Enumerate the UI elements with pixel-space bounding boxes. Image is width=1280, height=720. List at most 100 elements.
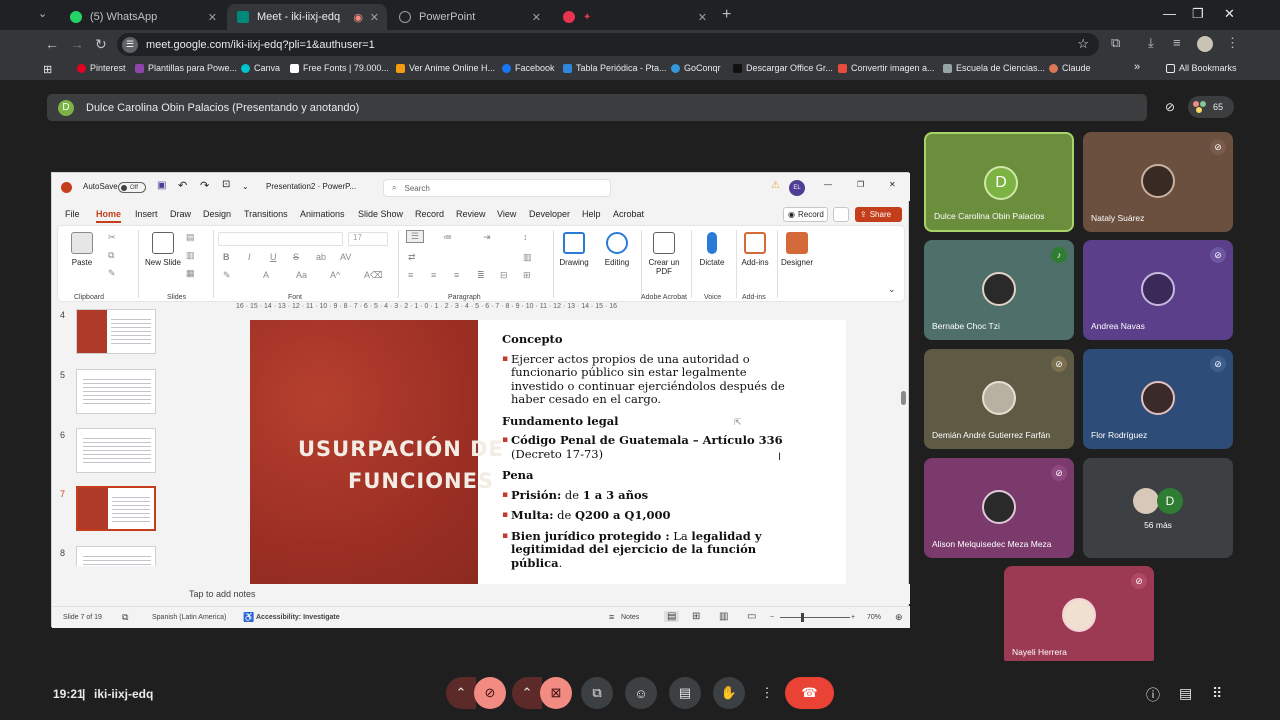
maximize-button[interactable]: ❐ — [1192, 6, 1204, 22]
close-icon[interactable]: ✕ — [532, 11, 541, 24]
zoom-slider[interactable] — [780, 617, 850, 618]
minimize-button[interactable]: — — [1163, 6, 1176, 21]
menu-home[interactable]: Home — [96, 209, 122, 223]
participant-tile[interactable]: ⊘ Alison Melquisedec Meza Meza — [924, 458, 1074, 558]
justify-icon[interactable]: ≣ — [477, 270, 485, 281]
bookmark-star-icon[interactable]: ☆ — [1077, 36, 1089, 52]
numbering-icon[interactable]: ≔ — [443, 232, 452, 243]
italic-icon[interactable]: I — [248, 252, 251, 262]
customize-icon[interactable]: ⌄ — [242, 182, 249, 191]
user-avatar[interactable]: EL — [789, 180, 805, 196]
chat-icon[interactable]: ▤ — [1179, 685, 1192, 702]
menu-slide-show[interactable]: Slide Show — [358, 209, 403, 219]
change-case-icon[interactable]: Aa — [296, 270, 307, 280]
minimize-icon[interactable]: — — [824, 180, 832, 189]
addins-button[interactable]: Add-ins — [735, 232, 775, 267]
thumbnail-slide-8[interactable] — [76, 546, 156, 566]
bookmark-escuela[interactable]: Escuela de Ciencias... — [943, 63, 1045, 73]
bold-icon[interactable]: B — [223, 252, 230, 262]
highlight-icon[interactable]: ✎ — [223, 270, 231, 281]
record-button[interactable]: ◉ Record — [783, 207, 828, 222]
extensions-icon[interactable]: ⧉ — [1111, 35, 1120, 51]
close-icon[interactable]: ✕ — [889, 180, 896, 189]
bookmark-tabla-periodica[interactable]: Tabla Periódica - Pta... — [563, 63, 667, 73]
bookmark-office[interactable]: Descargar Office Gr... — [733, 63, 833, 73]
menu-file[interactable]: File — [65, 209, 80, 219]
menu-animations[interactable]: Animations — [300, 209, 345, 219]
designer-button[interactable]: Designer — [777, 232, 817, 267]
thumbnail-slide-6[interactable] — [76, 428, 156, 473]
spacing-icon[interactable]: AV — [340, 252, 351, 262]
font-color-icon[interactable]: A — [263, 270, 269, 280]
camera-off-button[interactable]: ⊠ — [540, 677, 572, 709]
close-window-button[interactable]: ✕ — [1224, 6, 1235, 22]
grow-font-icon[interactable]: A^ — [330, 270, 340, 280]
spelling-icon[interactable]: ⧉ — [122, 612, 128, 623]
microphone-off-button[interactable]: ⊘ — [474, 677, 506, 709]
zoom-in-icon[interactable]: + — [851, 614, 855, 621]
align-center-icon[interactable]: ≡ — [431, 270, 436, 280]
all-bookmarks[interactable]: All Bookmarks — [1166, 63, 1237, 73]
zoom-slider-knob[interactable] — [801, 613, 804, 622]
participants-count[interactable]: 65 — [1188, 96, 1234, 118]
restore-icon[interactable]: ❐ — [857, 180, 864, 189]
profile-avatar[interactable] — [1197, 36, 1213, 52]
bullets-icon[interactable]: ☰ — [406, 230, 425, 243]
close-icon[interactable]: ✕ — [370, 11, 379, 24]
menu-icon[interactable]: ⋮ — [1226, 35, 1239, 51]
more-bookmarks-icon[interactable]: » — [1134, 61, 1140, 73]
reactions-button[interactable]: ☺ — [625, 677, 657, 709]
crear-pdf-button[interactable]: Crear un PDF — [644, 232, 684, 276]
paste-button[interactable]: Paste — [62, 232, 102, 267]
cut-icon[interactable]: ✂ — [108, 232, 116, 243]
thumbnail-slide-7[interactable] — [76, 486, 156, 531]
format-painter-icon[interactable]: ✎ — [108, 268, 116, 279]
bookmark-plantillas[interactable]: Plantillas para Powe... — [135, 63, 237, 73]
participant-tile[interactable]: ⊘ Andrea Navas — [1083, 240, 1233, 340]
bookmark-anime[interactable]: Ver Anime Online H... — [396, 63, 495, 73]
tab-meet[interactable]: Meet - iki-iixj-edq ◉ ✕ — [227, 4, 387, 30]
menu-review[interactable]: Review — [456, 209, 486, 219]
tab-media[interactable]: ✦ ✕ — [553, 4, 715, 30]
more-participants-tile[interactable]: D 56 más — [1083, 458, 1233, 558]
leave-call-button[interactable]: ☎ — [785, 677, 834, 709]
autosave-toggle[interactable]: Off — [118, 182, 146, 193]
menu-acrobat[interactable]: Acrobat — [613, 209, 644, 219]
reading-view-icon[interactable]: ▥ — [719, 611, 728, 622]
bookmark-claude[interactable]: Claude — [1049, 63, 1091, 73]
share-button[interactable]: ⇪ Share — [855, 207, 902, 222]
notes-button[interactable]: Notes — [621, 614, 639, 621]
captions-button[interactable]: ▤ — [669, 677, 701, 709]
font-family-box[interactable] — [218, 232, 343, 246]
layout-icon[interactable]: ▤ — [186, 232, 195, 243]
current-slide[interactable]: USURPACIÓN DE FUNCIONES Concepto Ejercer… — [250, 320, 846, 584]
menu-transitions[interactable]: Transitions — [244, 209, 288, 219]
section-icon[interactable]: ▦ — [186, 268, 195, 279]
bookmark-free-fonts[interactable]: Free Fonts | 79.000... — [290, 63, 389, 73]
info-icon[interactable]: ⓘ — [1146, 685, 1160, 705]
tab-search-icon[interactable]: ⌄ — [38, 7, 47, 20]
menu-record[interactable]: Record — [415, 209, 444, 219]
columns-icon[interactable]: ▥ — [523, 252, 532, 263]
media-controls-icon[interactable]: ≡ — [1173, 35, 1181, 50]
activities-icon[interactable]: ⠿ — [1212, 685, 1222, 702]
language-status[interactable]: Spanish (Latin America) — [152, 614, 226, 621]
close-icon[interactable]: ✕ — [208, 11, 217, 24]
participant-tile[interactable]: ⊘ Nayeli Herrera — [1004, 566, 1154, 666]
text-direction-icon[interactable]: ⇄ — [408, 252, 416, 263]
download-icon[interactable]: ⤓ — [1148, 35, 1154, 51]
notes-pane[interactable]: Tap to add notes — [52, 584, 910, 604]
more-options-button[interactable]: ⋮ — [757, 677, 777, 709]
slide-scrollbar[interactable] — [900, 306, 908, 566]
normal-view-icon[interactable]: ▤ — [664, 611, 680, 622]
subscript-icon[interactable]: ab — [316, 252, 326, 262]
scrollbar-thumb[interactable] — [901, 391, 906, 405]
hide-presentation-icon[interactable]: ⊘ — [1160, 97, 1180, 117]
present-button[interactable]: ⧉ — [581, 677, 613, 709]
zoom-level[interactable]: 70% — [867, 614, 881, 621]
menu-design[interactable]: Design — [203, 209, 231, 219]
align-right-icon[interactable]: ≡ — [454, 270, 459, 280]
participant-tile[interactable]: D Dulce Carolina Obin Palacios — [924, 132, 1074, 232]
align-text-icon[interactable]: ⊟ — [500, 270, 508, 281]
participant-tile[interactable]: ⊘ Nataly Suárez — [1083, 132, 1233, 232]
